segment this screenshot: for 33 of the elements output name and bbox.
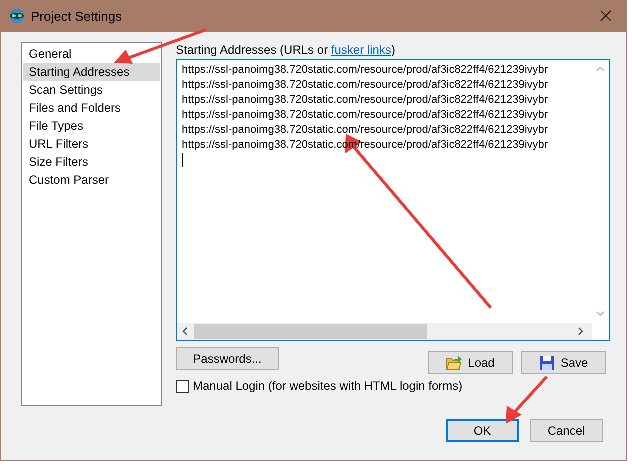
- horizontal-scrollbar[interactable]: [177, 323, 592, 340]
- globe-icon: [9, 8, 25, 24]
- sidebar-item[interactable]: Scan Settings: [23, 81, 160, 99]
- address-line: https://ssl-panoimg38.720static.com/resource/prod/af3ic822ff4/621239ivybr: [182, 63, 550, 78]
- save-button[interactable]: Save: [521, 351, 606, 374]
- sidebar-item[interactable]: Custom Parser: [23, 171, 160, 189]
- fusker-link[interactable]: fusker links: [331, 43, 392, 57]
- window-title: Project Settings: [31, 8, 124, 24]
- sidebar-item[interactable]: File Types: [23, 117, 160, 135]
- sidebar-item[interactable]: Size Filters: [23, 153, 160, 171]
- close-icon[interactable]: [600, 10, 612, 22]
- passwords-button[interactable]: Passwords...: [176, 347, 279, 370]
- address-line: https://ssl-panoimg38.720static.com/resource/prod/af3ic822ff4/621239ivybr: [182, 123, 550, 138]
- annotation-arrow: [506, 376, 548, 424]
- dialog-button[interactable]: Cancel: [530, 419, 603, 442]
- address-line: https://ssl-panoimg38.720static.com/resource/prod/af3ic822ff4/621239ivybr: [182, 93, 550, 108]
- folder-icon: [446, 354, 462, 370]
- addresses-field[interactable]: [176, 59, 610, 341]
- manual-login-label: Manual Login (for websites with HTML login forms): [193, 379, 463, 393]
- scroll-left-icon[interactable]: [182, 327, 188, 336]
- addresses-label: Starting Addresses (URLs or fusker links): [176, 42, 396, 59]
- manual-login-checkbox[interactable]: [176, 380, 189, 392]
- sidebar-item[interactable]: Files and Folders: [23, 99, 160, 117]
- address-line: https://ssl-panoimg38.720static.com/resource/prod/af3ic822ff4/621239ivybr: [182, 108, 550, 123]
- sidebar-item[interactable]: URL Filters: [23, 135, 160, 153]
- dialog-button[interactable]: OK: [446, 419, 519, 442]
- text-cursor: [182, 153, 183, 167]
- address-line: https://ssl-panoimg38.720static.com/resource/prod/af3ic822ff4/621239ivybr: [182, 78, 550, 93]
- scroll-right-icon[interactable]: [578, 327, 584, 336]
- load-button[interactable]: Load: [428, 351, 513, 374]
- sidebar-item[interactable]: Starting Addresses: [23, 63, 160, 81]
- sidebar-item[interactable]: General: [23, 45, 160, 63]
- scrollbar-thumb[interactable]: [194, 324, 427, 339]
